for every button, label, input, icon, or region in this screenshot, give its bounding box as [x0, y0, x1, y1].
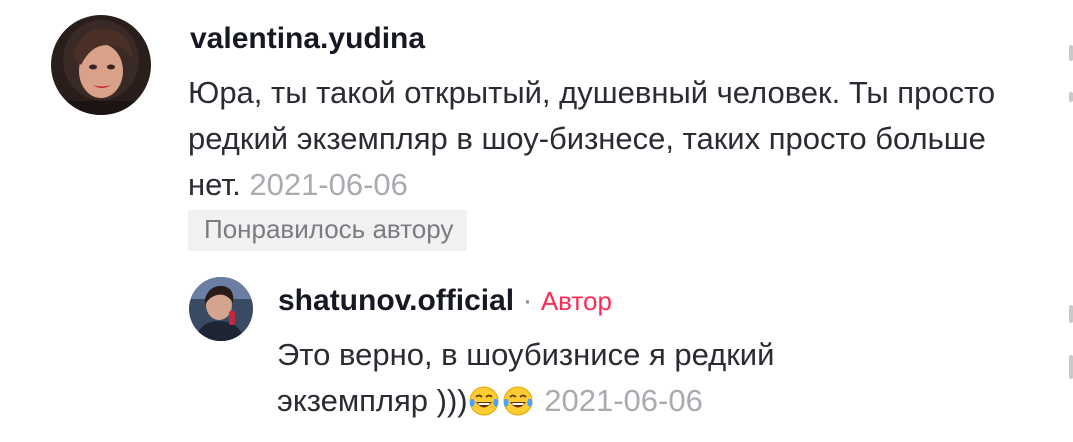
reply-avatar-image [189, 277, 253, 341]
liked-by-author-badge: Понравилось автору [188, 210, 468, 251]
comment-text-block: Юра, ты такой открытый, душевный человек… [188, 70, 1018, 208]
author-badge: Автор [540, 286, 612, 316]
reply-avatar[interactable] [189, 277, 253, 341]
comment-date: 2021-06-06 [249, 167, 408, 202]
comment: valentina.yudina Юра, ты такой открытый,… [0, 0, 1073, 260]
avatar-image [51, 15, 151, 115]
reply-text-block: Это верно, в шоубизнисе я редкий экземпл… [277, 332, 917, 424]
reply-date: 2021-06-06 [544, 383, 703, 418]
reply-comment: shatunov.official · Автор Это верно, в ш… [0, 270, 1073, 442]
edge-fragment [1069, 355, 1073, 379]
comment-username[interactable]: valentina.yudina [190, 22, 425, 56]
separator-dot: · [522, 284, 533, 317]
reply-username-row: shatunov.official · Автор [278, 284, 612, 318]
edge-fragment [1069, 92, 1073, 102]
tears-of-joy-emoji-icon [503, 386, 533, 416]
edge-fragment [1069, 45, 1073, 61]
avatar[interactable] [51, 15, 151, 115]
reply-username[interactable]: shatunov.official [278, 284, 514, 317]
tears-of-joy-emoji-icon [469, 386, 499, 416]
edge-fragment [1069, 305, 1073, 323]
